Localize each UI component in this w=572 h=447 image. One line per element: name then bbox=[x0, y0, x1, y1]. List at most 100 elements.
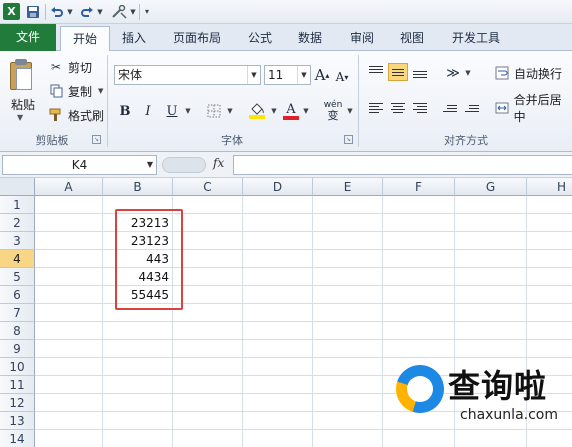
save-icon[interactable] bbox=[25, 3, 41, 20]
tab-insert[interactable]: 插入 bbox=[114, 26, 154, 51]
paste-dropdown-icon[interactable]: ▼ bbox=[17, 113, 23, 122]
row-header-3[interactable]: 3 bbox=[0, 232, 35, 250]
merge-center-button[interactable]: 合并后居中 bbox=[494, 93, 572, 124]
clipboard-group-label: 剪贴板 bbox=[35, 134, 69, 147]
font-name-combo[interactable]: 宋体 ▼ bbox=[114, 65, 261, 85]
orientation-dropdown-icon[interactable]: ▼ bbox=[462, 63, 472, 83]
font-color-swatch bbox=[283, 115, 299, 120]
tab-file[interactable]: 文件 bbox=[0, 24, 56, 51]
row-header-5[interactable]: 5 bbox=[0, 268, 35, 286]
tab-data[interactable]: 数据 bbox=[290, 26, 330, 51]
bold-button[interactable]: B bbox=[117, 101, 133, 121]
tab-home[interactable]: 开始 bbox=[60, 26, 110, 52]
up-arrow-icon: ▴ bbox=[325, 70, 330, 80]
shrink-font-button[interactable]: A ▾ bbox=[334, 67, 350, 87]
column-header-h[interactable]: H bbox=[527, 178, 572, 196]
row-header-11[interactable]: 11 bbox=[0, 376, 35, 394]
row-header-10[interactable]: 10 bbox=[0, 358, 35, 376]
column-header-e[interactable]: E bbox=[313, 178, 383, 196]
name-box[interactable]: K4 ▼ bbox=[2, 155, 157, 175]
excel-logo-icon[interactable]: X bbox=[3, 3, 20, 20]
fill-color-dropdown-icon[interactable]: ▼ bbox=[268, 101, 278, 121]
watermark-logo-icon bbox=[396, 365, 444, 413]
align-right-button[interactable] bbox=[410, 99, 430, 117]
font-size-dropdown-icon[interactable]: ▼ bbox=[297, 66, 310, 84]
redo-icon[interactable] bbox=[79, 3, 95, 20]
merge-cells-icon bbox=[494, 100, 510, 116]
underline-button[interactable]: U bbox=[163, 101, 181, 121]
increase-indent-button[interactable] bbox=[462, 99, 482, 117]
tools-icon[interactable] bbox=[110, 3, 128, 20]
customize-qat-icon[interactable]: ▾ bbox=[142, 3, 152, 20]
row-header-1[interactable]: 1 bbox=[0, 196, 35, 214]
grid-row-line bbox=[35, 339, 572, 340]
insert-function-icon[interactable]: fx bbox=[213, 156, 224, 170]
phonetic-button[interactable]: wén 变 bbox=[322, 101, 344, 122]
decrease-indent-button[interactable] bbox=[440, 99, 460, 117]
row-header-14[interactable]: 14 bbox=[0, 430, 35, 447]
undo-icon[interactable] bbox=[49, 3, 65, 20]
orientation-button[interactable]: ≫ bbox=[444, 63, 462, 83]
fill-color-button[interactable] bbox=[246, 101, 268, 121]
scissors-icon: ✂ bbox=[50, 60, 62, 74]
borders-button[interactable] bbox=[205, 101, 223, 121]
row-header-7[interactable]: 7 bbox=[0, 304, 35, 322]
paste-button[interactable]: 粘贴 bbox=[8, 96, 38, 113]
row-header-6[interactable]: 6 bbox=[0, 286, 35, 304]
wrap-text-icon bbox=[494, 65, 510, 81]
column-header-d[interactable]: D bbox=[243, 178, 313, 196]
italic-button[interactable]: I bbox=[140, 101, 156, 121]
row-header-8[interactable]: 8 bbox=[0, 322, 35, 340]
borders-dropdown-icon[interactable]: ▼ bbox=[224, 101, 234, 121]
cut-button[interactable]: ✂ 剪切 bbox=[48, 58, 92, 76]
grow-font-button[interactable]: A ▴ bbox=[314, 65, 330, 85]
column-header-f[interactable]: F bbox=[383, 178, 455, 196]
copy-dropdown-icon[interactable]: ▼ bbox=[98, 87, 103, 95]
row-header-12[interactable]: 12 bbox=[0, 394, 35, 412]
copy-button[interactable]: 复制 ▼ bbox=[48, 82, 103, 100]
font-color-dropdown-icon[interactable]: ▼ bbox=[300, 101, 310, 121]
font-size-combo[interactable]: 11 ▼ bbox=[264, 65, 311, 85]
phonetic-dropdown-icon[interactable]: ▼ bbox=[344, 101, 354, 121]
tab-review[interactable]: 审阅 bbox=[342, 26, 382, 51]
font-name-dropdown-icon[interactable]: ▼ bbox=[247, 66, 260, 84]
wrap-text-button[interactable]: 自动换行 bbox=[494, 64, 562, 82]
column-header-c[interactable]: C bbox=[173, 178, 243, 196]
format-painter-icon bbox=[48, 107, 64, 123]
align-left-button[interactable] bbox=[366, 99, 386, 117]
select-all-corner[interactable] bbox=[0, 178, 35, 196]
formula-input[interactable] bbox=[233, 155, 572, 175]
tab-view[interactable]: 视图 bbox=[392, 26, 432, 51]
column-header-a[interactable]: A bbox=[35, 178, 103, 196]
tab-page-layout[interactable]: 页面布局 bbox=[165, 26, 229, 51]
row-header-13[interactable]: 13 bbox=[0, 412, 35, 430]
ribbon-home: 粘贴 ▼ ✂ 剪切 复制 ▼ 格式刷 剪贴板 ↘ 宋体 ▼ 11 ▼ A ▴ A ▾… bbox=[0, 51, 572, 152]
paste-icon[interactable] bbox=[8, 58, 34, 92]
watermark-url: chaxunla.com bbox=[460, 407, 558, 423]
row-header-9[interactable]: 9 bbox=[0, 340, 35, 358]
font-launcher-icon[interactable]: ↘ bbox=[344, 135, 353, 144]
align-top-button[interactable] bbox=[366, 63, 386, 81]
tab-formulas[interactable]: 公式 bbox=[240, 26, 280, 51]
align-middle-button[interactable] bbox=[388, 63, 408, 81]
name-box-value: K4 bbox=[71, 158, 88, 172]
align-center-button[interactable] bbox=[388, 99, 408, 117]
tab-developer[interactable]: 开发工具 bbox=[444, 26, 508, 51]
row-header-4[interactable]: 4 bbox=[0, 250, 35, 268]
column-header-g[interactable]: G bbox=[455, 178, 527, 196]
row-header-2[interactable]: 2 bbox=[0, 214, 35, 232]
underline-dropdown-icon[interactable]: ▼ bbox=[182, 101, 192, 121]
undo-dropdown-icon[interactable]: ▼ bbox=[66, 3, 74, 20]
clipboard-launcher-icon[interactable]: ↘ bbox=[92, 135, 101, 144]
formula-bar-splitter[interactable] bbox=[162, 157, 206, 173]
align-bottom-button[interactable] bbox=[410, 63, 430, 81]
watermark: 查询啦 chaxunla.com bbox=[392, 355, 570, 431]
column-header-b[interactable]: B bbox=[103, 178, 173, 196]
tools-dropdown-icon[interactable]: ▼ bbox=[129, 3, 137, 20]
redo-dropdown-icon[interactable]: ▼ bbox=[96, 3, 104, 20]
grow-font-glyph: A bbox=[314, 66, 326, 84]
name-box-dropdown-icon[interactable]: ▼ bbox=[147, 156, 153, 174]
font-color-button[interactable]: A bbox=[282, 101, 300, 121]
copy-label: 复制 bbox=[68, 84, 93, 99]
format-painter-button[interactable]: 格式刷 bbox=[48, 106, 104, 124]
